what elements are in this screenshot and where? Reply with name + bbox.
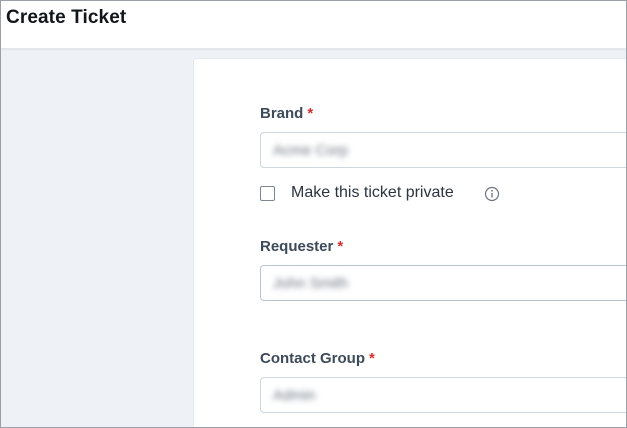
brand-label: Brand *	[260, 105, 313, 122]
private-ticket-label[interactable]: Make this ticket private	[291, 184, 454, 202]
required-mark: *	[369, 350, 375, 367]
contact-group-label: Contact Group *	[260, 350, 375, 367]
brand-value: Acme Corp	[273, 142, 349, 159]
contact-group-label-text: Contact Group	[260, 350, 365, 367]
requester-label-text: Requester	[260, 238, 334, 255]
window-frame: Create Ticket Brand * Acme Corp Make this…	[0, 0, 627, 428]
brand-label-text: Brand	[260, 105, 304, 122]
page-header: Create Ticket	[1, 1, 626, 49]
requester-value: John Smith	[273, 275, 349, 292]
requester-input[interactable]: John Smith	[260, 265, 626, 301]
required-mark: *	[337, 238, 344, 255]
info-icon[interactable]	[484, 186, 500, 202]
contact-group-value: Admin	[273, 387, 316, 404]
create-ticket-form: Brand * Acme Corp Make this ticket privat…	[193, 58, 626, 427]
requester-label: Requester *	[260, 238, 343, 255]
contact-group-select[interactable]: Admin	[260, 377, 626, 413]
private-ticket-checkbox[interactable]	[260, 186, 275, 201]
required-mark: *	[307, 105, 314, 122]
brand-select[interactable]: Acme Corp	[260, 132, 626, 168]
page-title: Create Ticket	[6, 7, 127, 28]
